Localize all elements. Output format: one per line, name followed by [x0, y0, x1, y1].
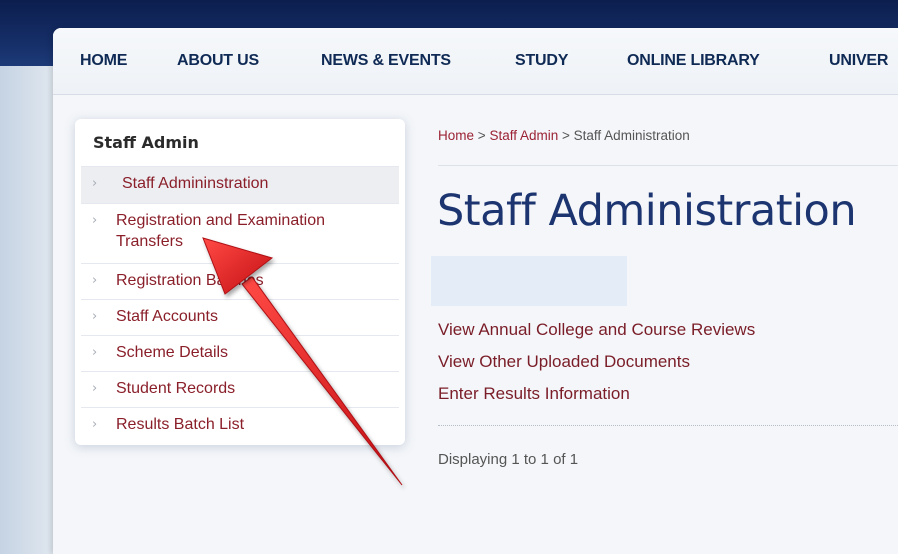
- breadcrumb-divider: [438, 165, 898, 166]
- sidebar-item-registration-batches[interactable]: › Registration Batches: [81, 263, 399, 300]
- main-nav: HOME ABOUT US NEWS & EVENTS STUDY ONLINE…: [53, 28, 898, 95]
- chevron-right-icon: ›: [92, 381, 98, 396]
- link-annual-reviews[interactable]: View Annual College and Course Reviews: [438, 320, 755, 340]
- sidebar-item-label: Registration Batches: [116, 272, 264, 289]
- breadcrumb-home-link[interactable]: Home: [438, 128, 474, 143]
- chevron-right-icon: ›: [92, 417, 98, 432]
- sidebar-title: Staff Admin: [93, 133, 199, 152]
- link-enter-results[interactable]: Enter Results Information: [438, 384, 630, 404]
- nav-item-online-library[interactable]: ONLINE LIBRARY: [627, 52, 760, 70]
- breadcrumb-staff-admin-link[interactable]: Staff Admin: [489, 128, 558, 143]
- sidebar-item-results-batch-list[interactable]: › Results Batch List: [81, 407, 399, 444]
- sidebar-item-label: Staff Accounts: [116, 308, 218, 325]
- chevron-right-icon: ›: [92, 345, 98, 360]
- sidebar-item-scheme-details[interactable]: › Scheme Details: [81, 335, 399, 372]
- sidebar-item-label: Results Batch List: [116, 416, 245, 433]
- sidebar-item-label: Registration and Examination Transfers: [116, 212, 326, 250]
- nav-item-about-us[interactable]: ABOUT US: [177, 52, 259, 70]
- chevron-right-icon: ›: [92, 273, 98, 288]
- sidebar-item-label: Staff Admininstration: [122, 175, 269, 192]
- nav-item-news-events[interactable]: NEWS & EVENTS: [321, 52, 451, 70]
- sidebar-item-staff-accounts[interactable]: › Staff Accounts: [81, 299, 399, 336]
- breadcrumb-separator: >: [477, 128, 486, 143]
- sidebar-menu: Staff Admin › Staff Admininstration › Re…: [75, 119, 405, 445]
- sidebar-item-staff-administration[interactable]: › Staff Admininstration: [81, 166, 399, 203]
- paging-status: Displaying 1 to 1 of 1: [438, 451, 579, 468]
- info-box: [431, 256, 627, 306]
- content-divider: [438, 425, 898, 426]
- nav-item-study[interactable]: STUDY: [515, 52, 568, 70]
- chevron-right-icon: ›: [92, 213, 98, 228]
- page-title: Staff Administration: [437, 186, 857, 236]
- breadcrumb-current: Staff Administration: [573, 128, 690, 143]
- breadcrumb-separator: >: [562, 128, 570, 143]
- sidebar-item-label: Scheme Details: [116, 344, 229, 361]
- nav-item-university[interactable]: UNIVER: [829, 52, 888, 70]
- breadcrumb: Home > Staff Admin > Staff Administratio…: [438, 128, 690, 143]
- chevron-right-icon: ›: [92, 309, 98, 324]
- chevron-right-icon: ›: [92, 176, 98, 191]
- link-uploaded-documents[interactable]: View Other Uploaded Documents: [438, 352, 690, 372]
- sidebar-item-label: Student Records: [116, 380, 236, 397]
- nav-item-home[interactable]: HOME: [80, 52, 127, 70]
- sidebar-item-registration-examination-transfers[interactable]: › Registration and Examination Transfers: [81, 203, 399, 264]
- page-card: HOME ABOUT US NEWS & EVENTS STUDY ONLINE…: [53, 28, 898, 554]
- sidebar-item-student-records[interactable]: › Student Records: [81, 371, 399, 408]
